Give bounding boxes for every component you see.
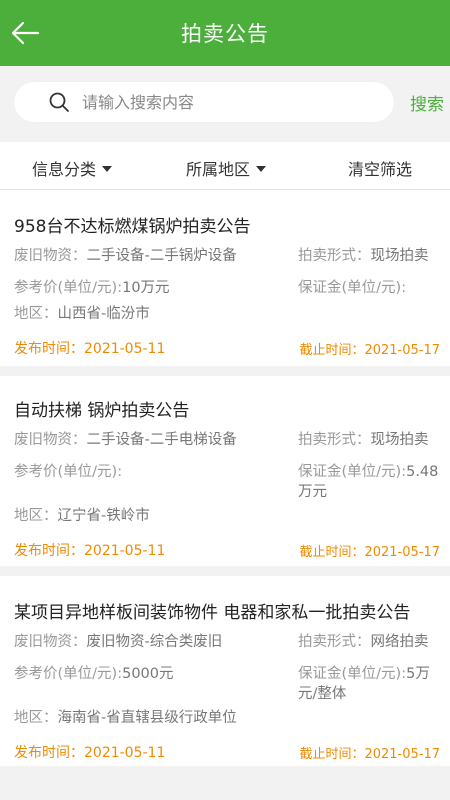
list-item[interactable]: 某项目异地样板间装饰物件 电器和家私一批拍卖公告 废旧物资：废旧物资-综合类废旧… — [0, 576, 450, 766]
region-value: 山西省-临汾市 — [57, 306, 150, 322]
caret-down-icon — [256, 166, 267, 172]
clear-filters-label: 清空筛选 — [348, 160, 413, 179]
deadline-date: 截止时间：2021-05-17 — [299, 747, 440, 762]
region-value: 海南省-省直辖县级行政单位 — [57, 710, 237, 726]
filter-region[interactable]: 所属地区 — [186, 156, 267, 180]
search-area: 搜索 — [0, 66, 450, 142]
filter-category[interactable]: 信息分类 — [32, 156, 113, 180]
clear-filters-button[interactable]: 清空筛选 — [348, 156, 412, 180]
region-value: 辽宁省-铁岭市 — [57, 508, 150, 524]
deadline-date: 截止时间：2021-05-17 — [299, 545, 440, 560]
material-value: 废旧物资-综合类废旧 — [86, 634, 223, 650]
publish-date: 发布时间：2021-05-11 — [14, 745, 166, 761]
region-label: 地区： — [14, 710, 58, 726]
app-header: 拍卖公告 — [0, 0, 450, 66]
deposit-label: 保证金(单位/元): — [298, 464, 407, 480]
item-title: 某项目异地样板间装饰物件 电器和家私一批拍卖公告 — [14, 603, 411, 623]
material-label: 废旧物资： — [14, 432, 87, 448]
publish-date: 发布时间：2021-05-11 — [14, 341, 166, 357]
deposit-label: 保证金(单位/元): — [298, 666, 407, 682]
item-price: 参考价(单位/元):10万元 — [14, 278, 170, 298]
form-label: 拍卖形式： — [298, 432, 371, 448]
item-region: 地区：辽宁省-铁岭市 — [14, 506, 150, 526]
price-label: 参考价(单位/元): — [14, 666, 123, 682]
item-region: 地区：山西省-临汾市 — [14, 304, 150, 324]
form-value: 现场拍卖 — [370, 432, 429, 448]
caret-down-icon — [102, 166, 113, 172]
item-price: 参考价(单位/元): — [14, 462, 122, 482]
item-form: 拍卖形式：网络拍卖 — [298, 632, 429, 652]
search-icon — [49, 92, 69, 112]
material-label: 废旧物资： — [14, 248, 87, 264]
form-label: 拍卖形式： — [298, 248, 371, 264]
item-material: 废旧物资：废旧物资-综合类废旧 — [14, 632, 222, 652]
item-deposit: 保证金(单位/元):5.48万元 — [298, 462, 444, 502]
material-value: 二手设备-二手电梯设备 — [86, 432, 237, 448]
region-label: 地区： — [14, 508, 58, 524]
publish-date: 发布时间：2021-05-11 — [14, 543, 166, 559]
form-value: 现场拍卖 — [370, 248, 429, 264]
item-title: 958台不达标燃煤锅炉拍卖公告 — [14, 217, 251, 237]
item-material: 废旧物资：二手设备-二手电梯设备 — [14, 430, 237, 450]
search-box[interactable] — [14, 82, 394, 122]
item-title: 自动扶梯 锅炉拍卖公告 — [14, 401, 190, 421]
item-deposit: 保证金(单位/元): — [298, 278, 444, 298]
item-deposit: 保证金(单位/元):5万元/整体 — [298, 664, 444, 704]
item-form: 拍卖形式：现场拍卖 — [298, 246, 429, 266]
page-title: 拍卖公告 — [181, 22, 269, 46]
price-label: 参考价(单位/元): — [14, 464, 123, 480]
search-input[interactable] — [82, 92, 382, 112]
deadline-date: 截止时间：2021-05-17 — [299, 343, 440, 358]
item-price: 参考价(单位/元):5000元 — [14, 664, 174, 684]
price-value: 10万元 — [122, 280, 170, 296]
list-item[interactable]: 958台不达标燃煤锅炉拍卖公告 废旧物资：二手设备-二手锅炉设备 拍卖形式：现场… — [0, 190, 450, 366]
item-material: 废旧物资：二手设备-二手锅炉设备 — [14, 246, 237, 266]
form-label: 拍卖形式： — [298, 634, 371, 650]
search-button[interactable]: 搜索 — [410, 90, 444, 115]
price-value: 5000元 — [122, 666, 174, 682]
filter-bar: 信息分类 所属地区 清空筛选 — [0, 142, 450, 190]
material-label: 废旧物资： — [14, 634, 87, 650]
deposit-label: 保证金(单位/元): — [298, 280, 407, 296]
material-value: 二手设备-二手锅炉设备 — [86, 248, 237, 264]
filter-category-label: 信息分类 — [32, 160, 97, 179]
region-label: 地区： — [14, 306, 58, 322]
item-region: 地区：海南省-省直辖县级行政单位 — [14, 708, 237, 728]
price-label: 参考价(单位/元): — [14, 280, 123, 296]
item-form: 拍卖形式：现场拍卖 — [298, 430, 429, 450]
back-arrow-icon[interactable] — [10, 18, 40, 48]
filter-region-label: 所属地区 — [186, 160, 251, 179]
list-item[interactable]: 自动扶梯 锅炉拍卖公告 废旧物资：二手设备-二手电梯设备 拍卖形式：现场拍卖 参… — [0, 376, 450, 566]
form-value: 网络拍卖 — [370, 634, 429, 650]
